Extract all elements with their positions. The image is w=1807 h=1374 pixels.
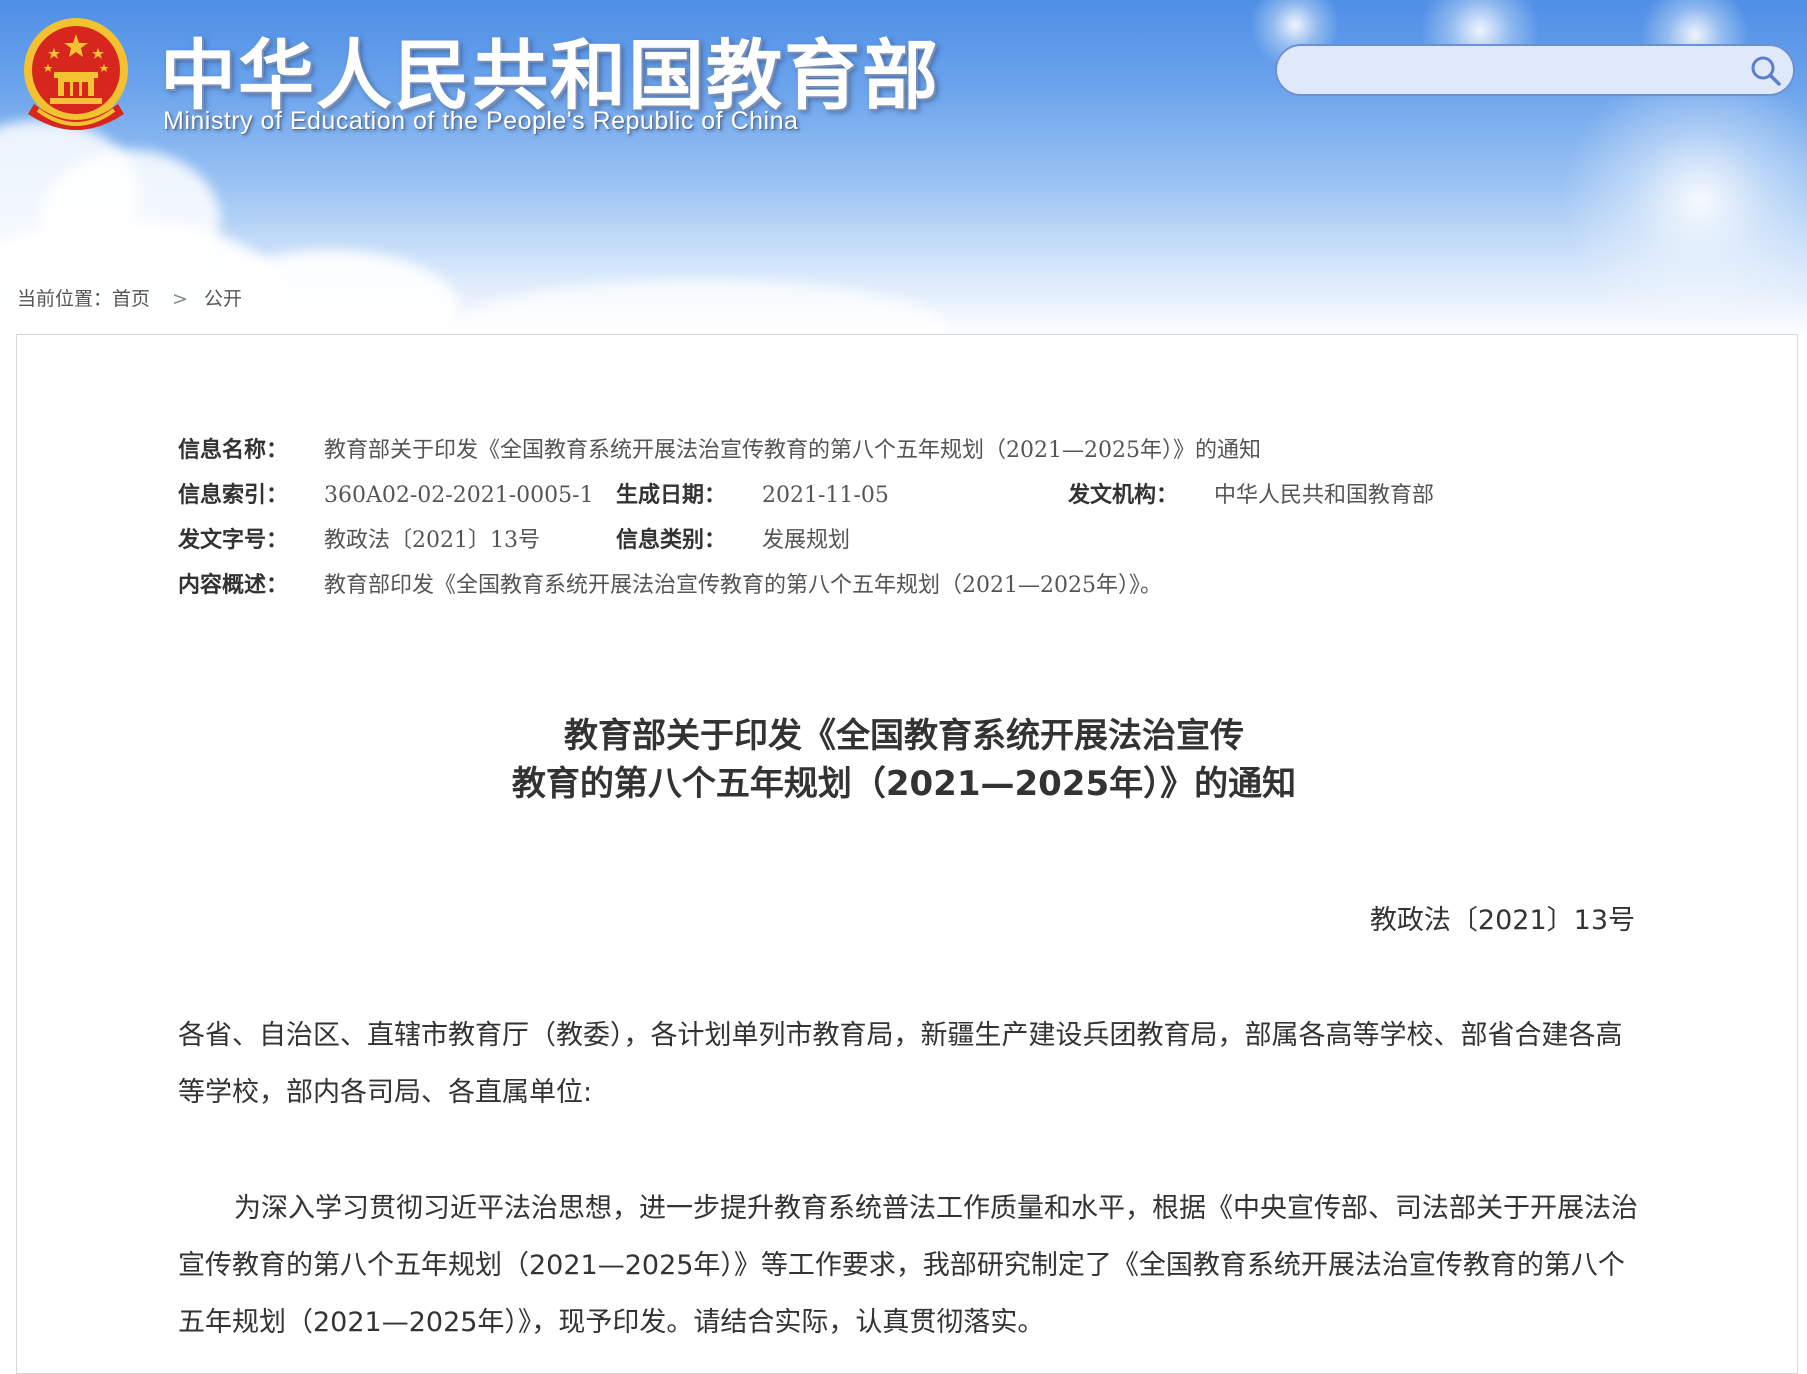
meta-issuer-label: 发文机构： <box>1068 483 1179 508</box>
document-title-line: 教育的第八个五年规划（2021—2025年）》的通知 <box>511 764 1297 804</box>
dandelion-decoration <box>1560 60 1807 340</box>
breadcrumb-prefix: 当前位置： <box>17 288 113 310</box>
meta-category-value: 发展规划 <box>762 528 851 553</box>
search-button[interactable] <box>1747 52 1785 90</box>
meta-docno-label: 发文字号： <box>178 528 289 553</box>
meta-summary-value: 教育部印发《全国教育系统开展法治宣传教育的第八个五年规划（2021—2025年）… <box>324 573 1162 598</box>
meta-date-value: 2021-11-05 <box>762 483 889 508</box>
document-paragraph: 各省、自治区、直辖市教育厅（教委），各计划单列市教育局，新疆生产建设兵团教育局，… <box>178 1020 1623 1108</box>
meta-summary-label: 内容概述： <box>178 573 289 598</box>
breadcrumb-separator: > <box>172 288 188 310</box>
document-number: 教政法〔2021〕13号 <box>1369 905 1635 936</box>
meta-name-value: 教育部关于印发《全国教育系统开展法治宣传教育的第八个五年规划（2021—2025… <box>324 438 1261 463</box>
breadcrumb-home-link[interactable]: 首页 <box>112 288 150 310</box>
site-header: 中华人民共和国教育部 Ministry of Education of the … <box>0 0 1807 340</box>
meta-date-label: 生成日期： <box>616 483 727 508</box>
meta-index-value: 360A02-02-2021-0005-1 <box>324 483 594 508</box>
meta-row-docno: 发文字号： 教政法〔2021〕13号 信息类别： 发展规划 <box>178 518 1598 563</box>
meta-category-label: 信息类别： <box>616 528 727 553</box>
breadcrumb: 当前位置：首页 > 公开 <box>17 284 242 311</box>
breadcrumb-current-link[interactable]: 公开 <box>204 288 242 310</box>
document-paragraph: 为深入学习贯彻习近平法治思想，进一步提升教育系统普法工作质量和水平，根据《中央宣… <box>178 1193 1638 1338</box>
meta-row-index: 信息索引： 360A02-02-2021-0005-1 生成日期： 2021-1… <box>178 473 1598 518</box>
meta-row-name: 信息名称： 教育部关于印发《全国教育系统开展法治宣传教育的第八个五年规划（202… <box>178 428 1598 473</box>
search-input[interactable] <box>1299 54 1723 88</box>
meta-index-label: 信息索引： <box>178 483 289 508</box>
site-subtitle: Ministry of Education of the People's Re… <box>163 107 799 135</box>
document-title: 教育部关于印发《全国教育系统开展法治宣传 教育的第八个五年规划（2021—202… <box>250 712 1558 808</box>
search-box <box>1275 44 1795 96</box>
meta-row-summary: 内容概述： 教育部印发《全国教育系统开展法治宣传教育的第八个五年规划（2021—… <box>178 563 1598 608</box>
document-title-line: 教育部关于印发《全国教育系统开展法治宣传 <box>564 716 1244 756</box>
meta-docno-value: 教政法〔2021〕13号 <box>324 528 540 553</box>
document-metadata: 信息名称： 教育部关于印发《全国教育系统开展法治宣传教育的第八个五年规划（202… <box>178 428 1598 608</box>
cloud-decoration <box>450 280 950 340</box>
search-icon <box>1751 56 1781 86</box>
meta-issuer-value: 中华人民共和国教育部 <box>1214 483 1435 508</box>
national-emblem-logo[interactable] <box>20 14 132 134</box>
meta-name-label: 信息名称： <box>178 438 289 463</box>
